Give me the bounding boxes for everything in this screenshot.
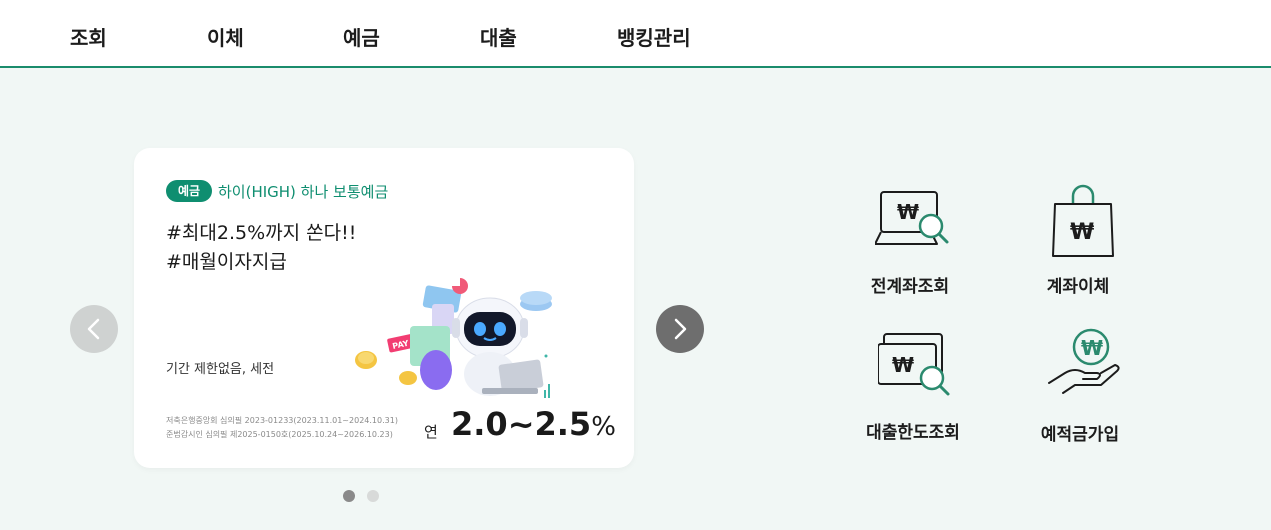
period-text: 기간 제한없음, 세전 [166,362,275,377]
shopping-bag-won-icon: ₩ [1052,184,1114,257]
nav-item-deposit[interactable]: 예금 [343,22,380,51]
carousel-next-button[interactable] [656,305,704,353]
carousel-prev-button[interactable] [70,305,118,353]
laptop-search-won-icon: ₩ [875,191,949,245]
quick-menu-label: 예적금가입 [1040,425,1120,445]
category-badge: 예금 [166,180,212,202]
svg-text:₩: ₩ [892,353,914,377]
nav-item-transfer[interactable]: 이체 [207,22,244,51]
chevron-left-icon [87,318,100,340]
interest-rate: 2.0~2.5% [451,405,616,443]
nav-item-inquiry[interactable]: 조회 [70,22,107,51]
legal-notice-2: 준법감시인 심의필 제2025-0150호(2025.10.24~2026.10… [166,430,393,439]
promo-banner-card[interactable]: 예금 하이(HIGH) 하나 보통예금 #최대2.5%까지 쏜다!! #매월이자… [134,148,634,468]
quick-menu-all-accounts[interactable]: ₩ 전계좌조회 [845,184,975,297]
product-name: 하이(HIGH) 하나 보통예금 [218,183,389,201]
carousel-dot-1-active[interactable] [343,490,355,502]
svg-text:₩: ₩ [1081,336,1103,360]
top-navigation: 조회 이체 예금 대출 뱅킹관리 [0,0,1271,68]
rate-prefix: 연 [424,423,438,441]
quick-menu-label: 계좌이체 [1046,277,1110,297]
svg-text:₩: ₩ [1070,220,1094,245]
robot-laptop-illustration: PAY [355,278,552,398]
hand-coin-won-icon: ₩ [1048,328,1120,394]
quick-menu-transfer[interactable]: ₩ 계좌이체 [1013,184,1143,297]
chevron-right-icon [674,318,687,340]
svg-text:₩: ₩ [897,200,919,224]
headline-line-1: #최대2.5%까지 쏜다!! [166,222,357,244]
rate-unit: % [591,412,616,442]
quick-menu-label: 대출한도조회 [866,423,960,443]
quick-menu-savings-join[interactable]: ₩ 예적금가입 [1015,327,1145,445]
rate-value: 2.0~2.5 [451,405,592,443]
legal-notice-1: 저축은행중앙회 심의필 2023-01233(2023.11.01~2024.1… [166,416,398,425]
carousel-dot-2[interactable] [367,490,379,502]
cards-search-won-icon: ₩ [878,333,950,396]
quick-menu-label: 전계좌조회 [870,277,950,297]
nav-item-loan[interactable]: 대출 [480,22,517,51]
quick-menu-loan-limit[interactable]: ₩ 대출한도조회 [848,330,978,443]
headline-line-2: #매월이자지급 [166,251,287,273]
nav-item-banking-management[interactable]: 뱅킹관리 [617,22,691,51]
